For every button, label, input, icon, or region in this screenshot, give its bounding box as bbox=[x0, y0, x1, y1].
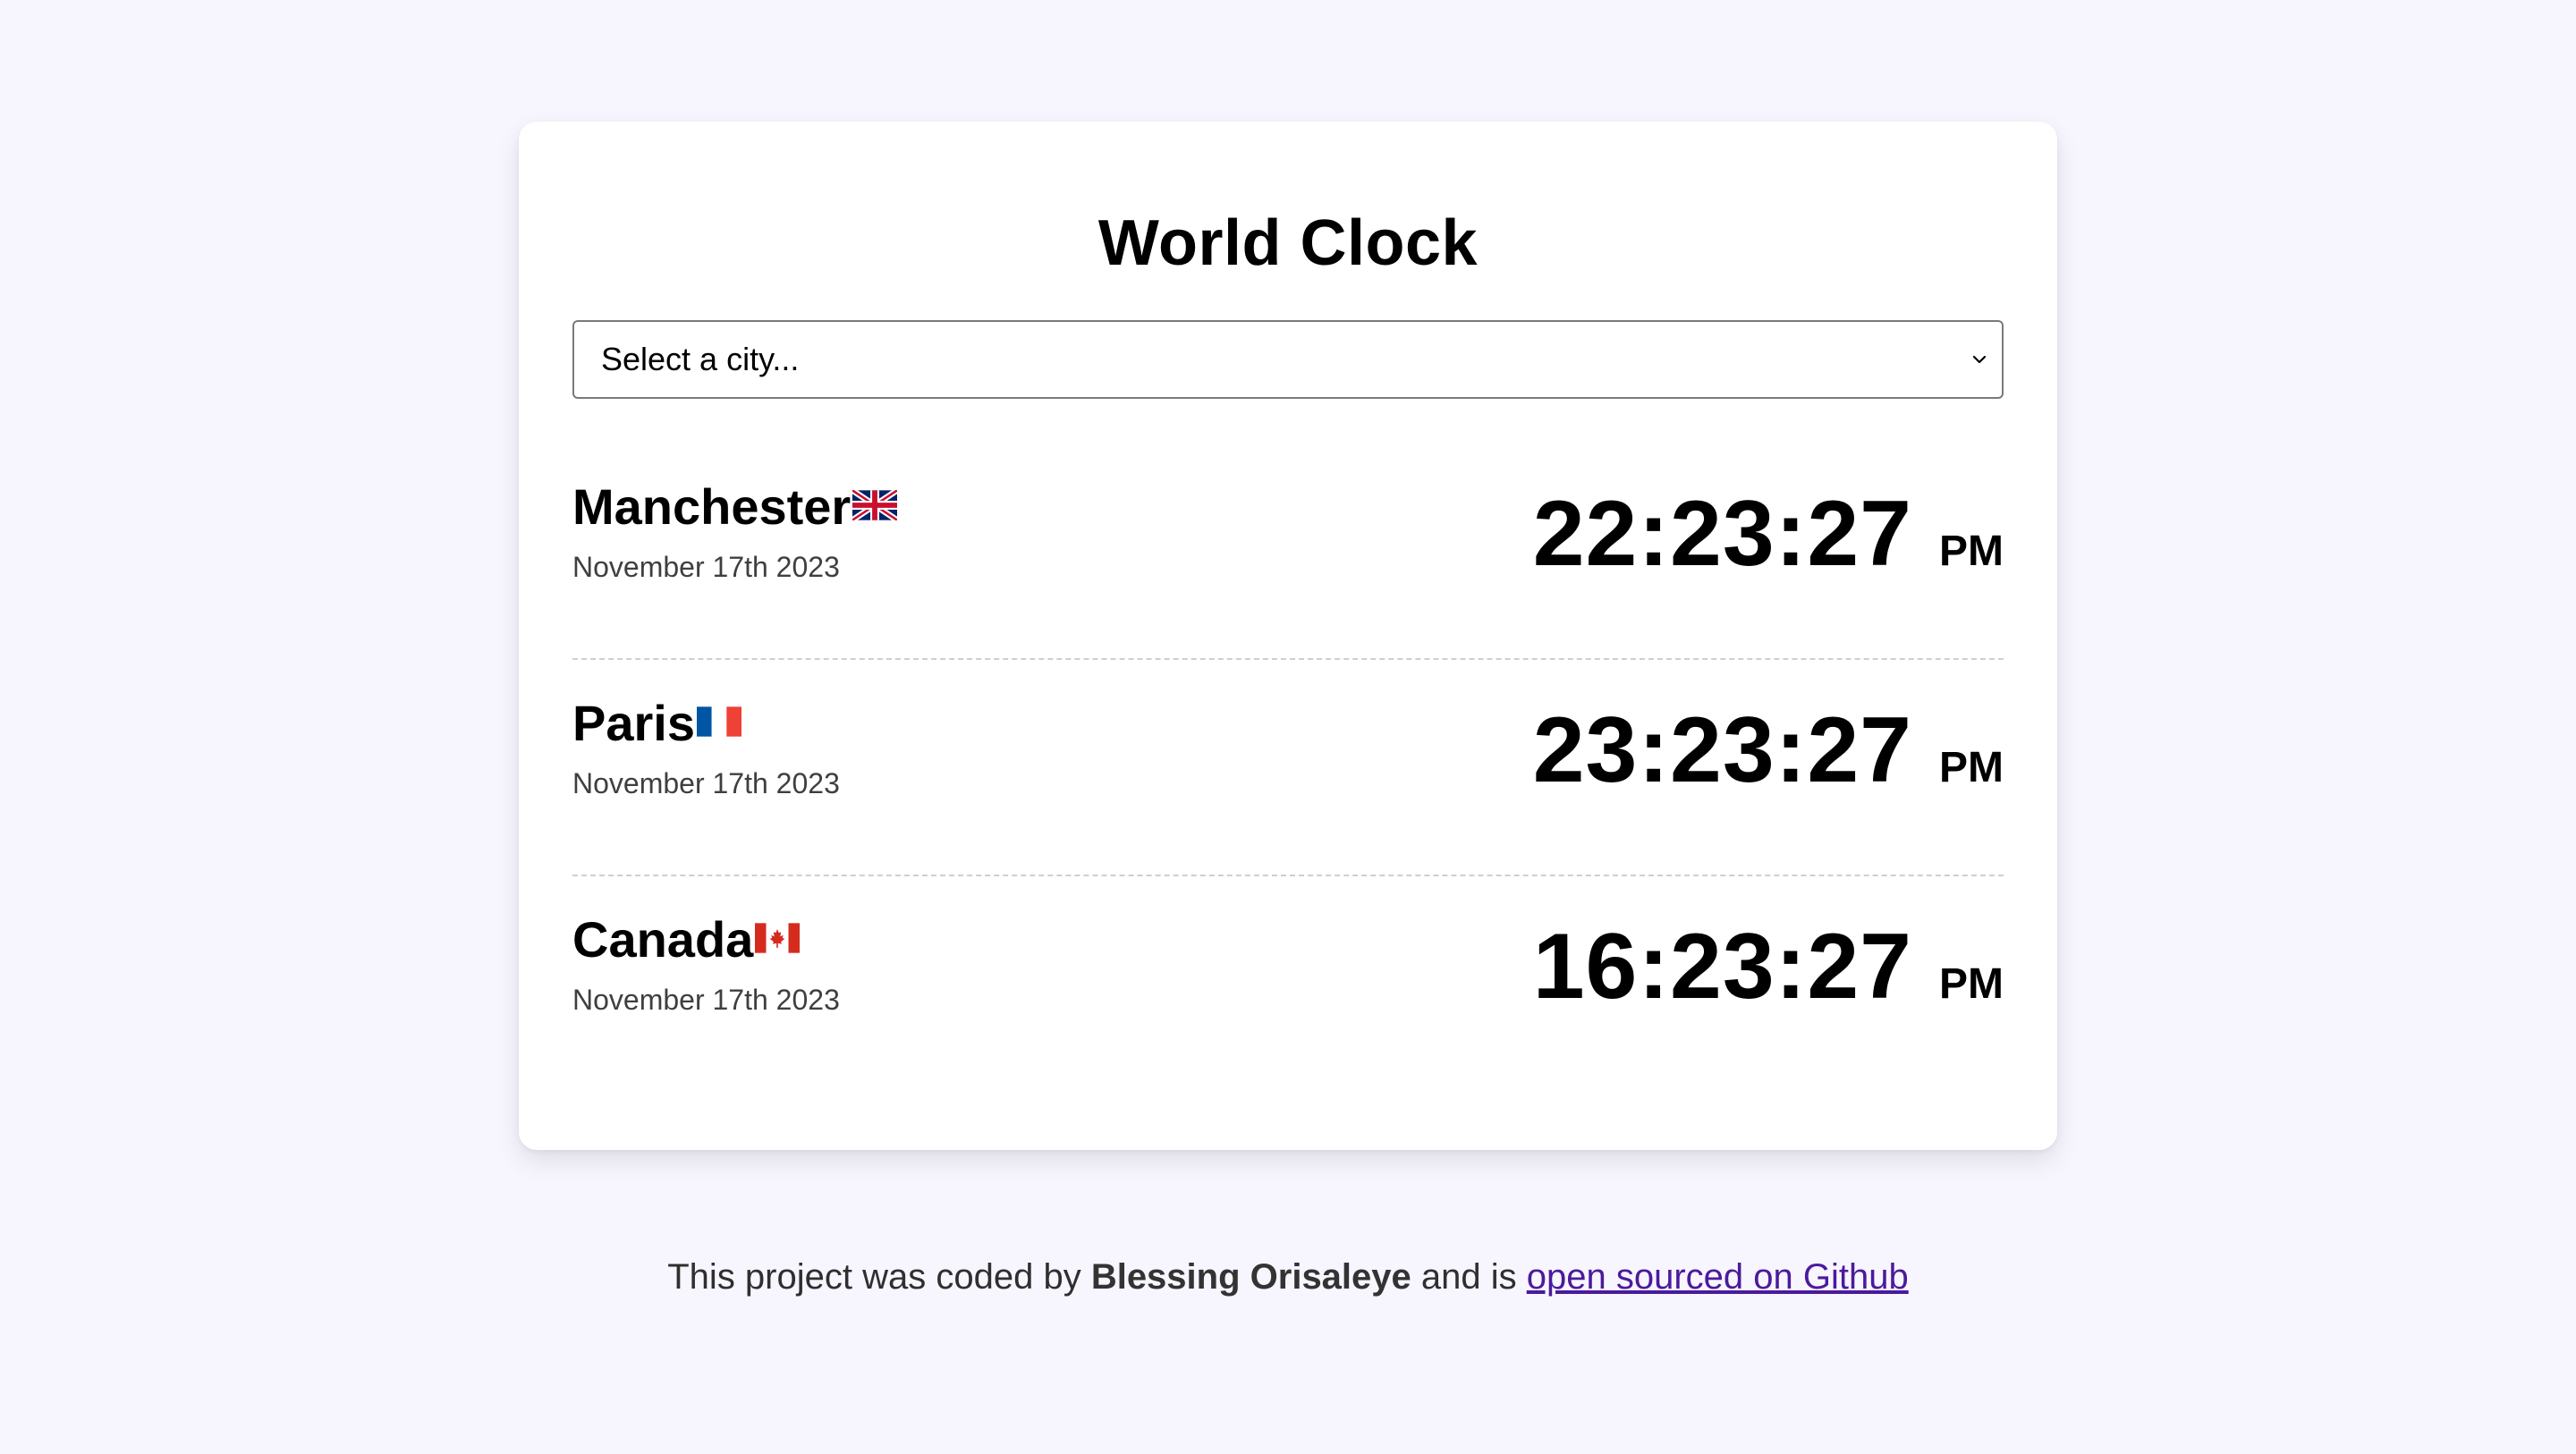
france-flag-icon bbox=[697, 706, 741, 737]
uk-flag-icon bbox=[852, 490, 898, 520]
city-time: 23:23:27 PM bbox=[1533, 701, 2004, 799]
city-row-canada: Canada November 17th 2023 16:23:27 PM bbox=[572, 876, 2004, 1093]
page-title: World Clock bbox=[1097, 207, 1479, 279]
chevron-down-icon bbox=[1972, 355, 1987, 364]
city-date: November 17th 2023 bbox=[572, 551, 840, 583]
city-list: Manchester November 17th 2023 22:23:27 P… bbox=[572, 444, 2004, 1093]
footer-middle: and is bbox=[1411, 1257, 1527, 1297]
github-link[interactable]: open sourced on Github bbox=[1527, 1257, 1909, 1297]
am-pm-label: PM bbox=[1939, 744, 2004, 791]
city-row-manchester: Manchester November 17th 2023 22:23:27 P… bbox=[572, 444, 2004, 660]
time-value: 22:23:27 bbox=[1532, 482, 1912, 586]
time-value: 23:23:27 bbox=[1532, 698, 1912, 802]
city-date: November 17th 2023 bbox=[572, 767, 840, 799]
city-date: November 17th 2023 bbox=[572, 984, 840, 1016]
time-value: 16:23:27 bbox=[1532, 915, 1912, 1019]
city-time: 22:23:27 PM bbox=[1533, 485, 2004, 583]
city-select[interactable]: Select a city... bbox=[572, 320, 2004, 399]
city-row-paris: Paris November 17th 2023 23:23:27 PM bbox=[572, 660, 2004, 876]
city-name: Canada bbox=[572, 911, 754, 968]
city-name: Paris bbox=[572, 695, 695, 751]
canada-flag-icon bbox=[755, 923, 801, 953]
city-select-value: Select a city... bbox=[601, 341, 800, 377]
city-name: Manchester bbox=[572, 478, 852, 535]
footer: This project was coded by Blessing Orisa… bbox=[0, 1252, 2576, 1302]
world-clock-card: World Clock Select a city... Manchester bbox=[519, 122, 2057, 1150]
footer-prefix: This project was coded by bbox=[667, 1257, 1091, 1297]
am-pm-label: PM bbox=[1939, 960, 2004, 1008]
am-pm-label: PM bbox=[1939, 528, 2004, 575]
city-time: 16:23:27 PM bbox=[1533, 917, 2004, 1016]
footer-author: Blessing Orisaleye bbox=[1090, 1257, 1411, 1297]
